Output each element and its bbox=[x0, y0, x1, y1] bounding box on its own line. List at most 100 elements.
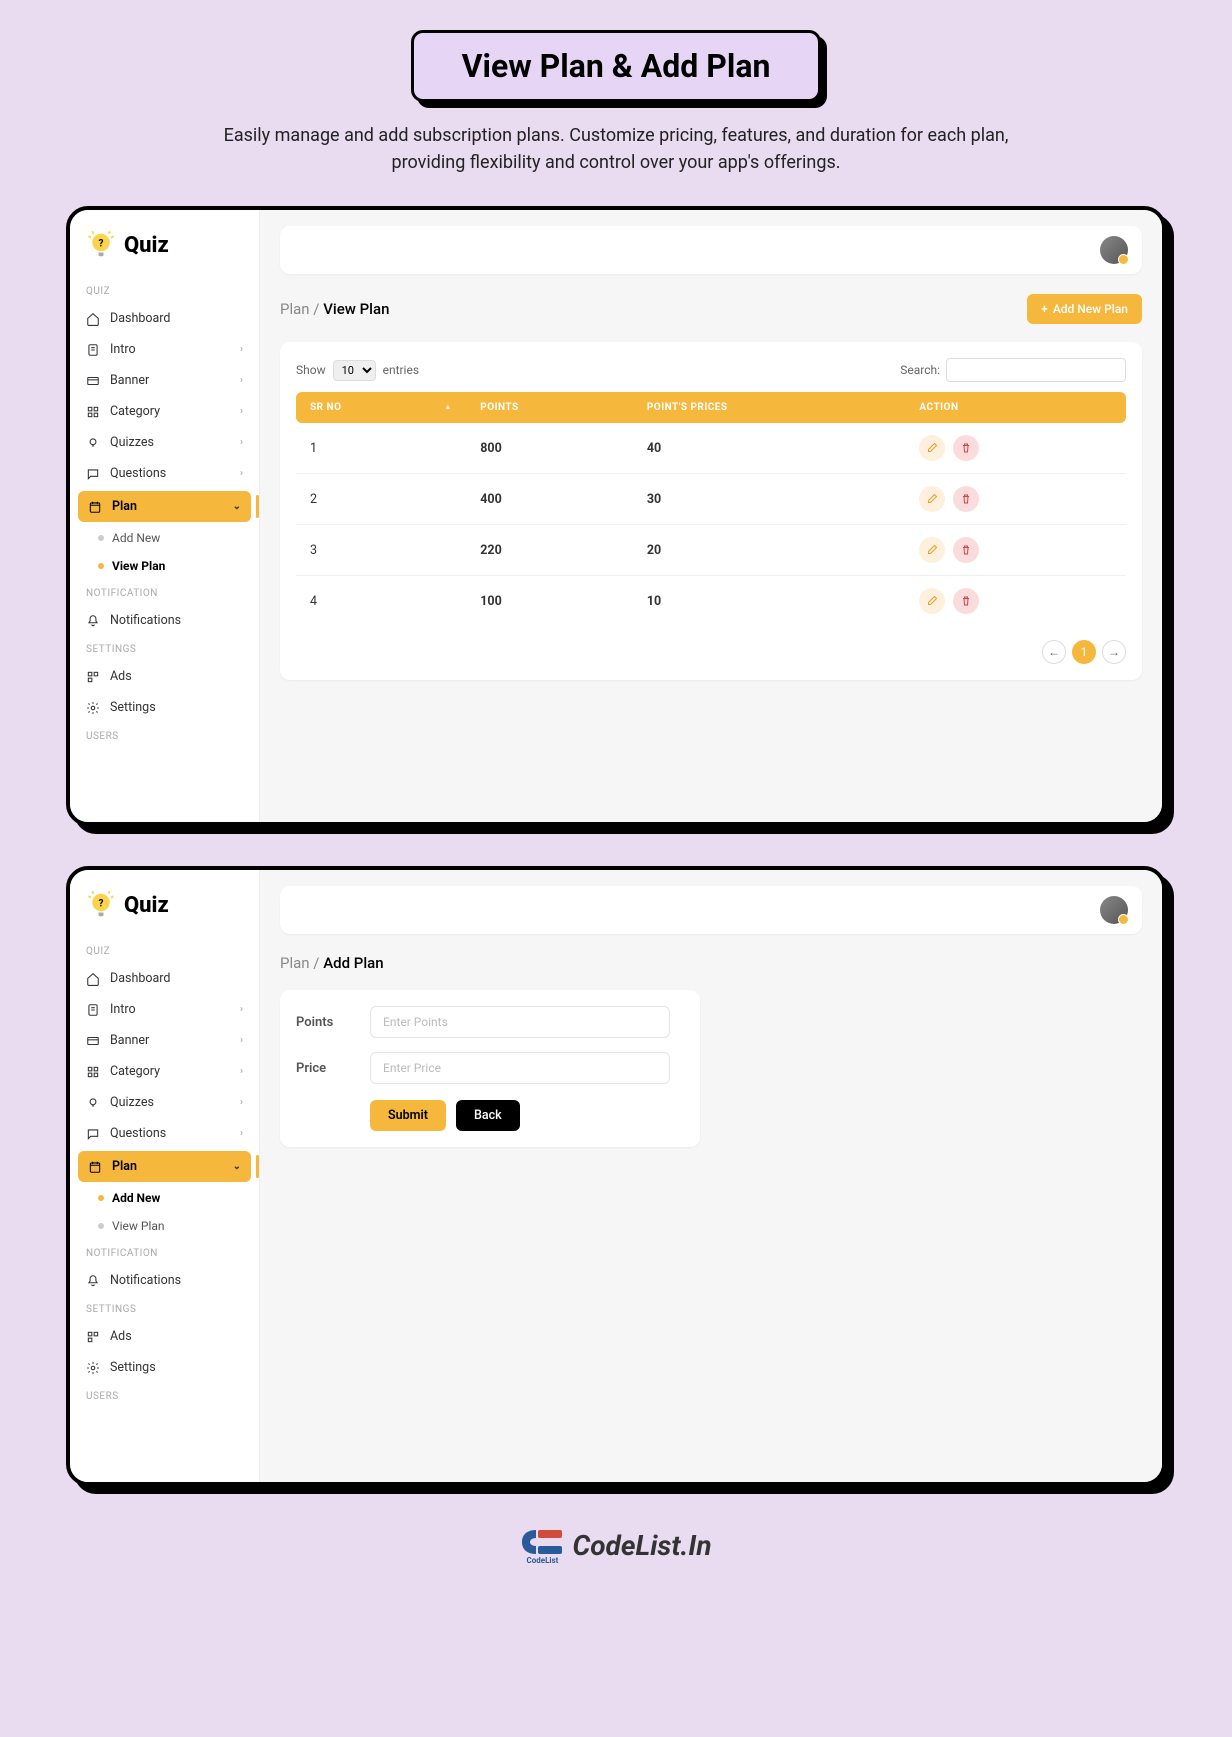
sidebar-item-banner[interactable]: Banner› bbox=[70, 365, 259, 396]
logo: ? Quiz bbox=[70, 884, 259, 938]
delete-button[interactable] bbox=[953, 486, 979, 512]
edit-button[interactable] bbox=[919, 435, 945, 461]
cell-sr: 2 bbox=[296, 474, 466, 525]
sidebar-item-questions[interactable]: Questions› bbox=[70, 1118, 259, 1149]
sidebar-item-label: Quizzes bbox=[110, 435, 154, 450]
app-name: Quiz bbox=[124, 893, 169, 918]
delete-button[interactable] bbox=[953, 588, 979, 614]
sidebar: ? Quiz QUIZ Dashboard Intro› Banner› Cat… bbox=[70, 210, 260, 822]
points-label: Points bbox=[296, 1015, 350, 1030]
chevron-right-icon: › bbox=[240, 437, 243, 448]
sidebar-item-category[interactable]: Category› bbox=[70, 396, 259, 427]
svg-text:?: ? bbox=[99, 898, 104, 909]
sidebar-item-settings[interactable]: Settings bbox=[70, 1352, 259, 1383]
search-input[interactable] bbox=[946, 358, 1126, 382]
sidebar-item-label: Notifications bbox=[110, 613, 181, 628]
col-action: ACTION bbox=[905, 392, 1126, 423]
entries-select[interactable]: 10 bbox=[333, 360, 376, 381]
breadcrumb: Plan / Add Plan bbox=[280, 954, 384, 972]
sidebar-item-notifications[interactable]: Notifications bbox=[70, 1265, 259, 1296]
main-content: Plan / View Plan +Add New Plan Show 10 e… bbox=[260, 210, 1162, 822]
sidebar-subitem-label: View Plan bbox=[112, 1219, 165, 1233]
pagination: ← 1 → bbox=[296, 640, 1126, 664]
cell-action bbox=[905, 576, 1126, 627]
bell-icon bbox=[86, 1274, 100, 1288]
chevron-right-icon: › bbox=[240, 1066, 243, 1077]
cell-price: 40 bbox=[633, 423, 906, 474]
home-icon bbox=[86, 312, 100, 326]
add-new-plan-button[interactable]: +Add New Plan bbox=[1027, 294, 1142, 324]
app-name: Quiz bbox=[124, 233, 169, 258]
back-button[interactable]: Back bbox=[456, 1100, 520, 1131]
chevron-right-icon: › bbox=[240, 1097, 243, 1108]
edit-button[interactable] bbox=[919, 588, 945, 614]
breadcrumb-current: View Plan bbox=[323, 300, 389, 318]
edit-button[interactable] bbox=[919, 486, 945, 512]
sidebar-item-quizzes[interactable]: Quizzes› bbox=[70, 1087, 259, 1118]
section-quiz: QUIZ bbox=[70, 278, 259, 303]
cell-sr: 4 bbox=[296, 576, 466, 627]
sidebar-item-label: Notifications bbox=[110, 1273, 181, 1288]
sidebar-item-ads[interactable]: Ads bbox=[70, 661, 259, 692]
sidebar-item-label: Intro bbox=[110, 1002, 136, 1017]
cell-action bbox=[905, 474, 1126, 525]
col-prices[interactable]: POINT'S PRICES bbox=[633, 392, 906, 423]
avatar[interactable] bbox=[1100, 896, 1128, 924]
cell-points: 220 bbox=[466, 525, 633, 576]
edit-button[interactable] bbox=[919, 537, 945, 563]
col-points[interactable]: POINTS bbox=[466, 392, 633, 423]
sidebar-item-intro[interactable]: Intro› bbox=[70, 334, 259, 365]
cell-action bbox=[905, 423, 1126, 474]
sidebar-item-ads[interactable]: Ads bbox=[70, 1321, 259, 1352]
sidebar-item-questions[interactable]: Questions › bbox=[70, 458, 259, 489]
plans-table: SR NO▲ POINTS POINT'S PRICES ACTION 1 80… bbox=[296, 392, 1126, 626]
sidebar-item-notifications[interactable]: Notifications bbox=[70, 605, 259, 636]
sidebar-subitem-view-plan[interactable]: View Plan bbox=[70, 552, 259, 580]
page-subtitle: Easily manage and add subscription plans… bbox=[196, 122, 1036, 176]
add-plan-panel: ? Quiz QUIZ Dashboard Intro› Banner› Cat… bbox=[66, 866, 1166, 1486]
grid-icon bbox=[86, 405, 100, 419]
sidebar-subitem-add-new[interactable]: Add New bbox=[70, 524, 259, 552]
chevron-right-icon: › bbox=[240, 468, 243, 479]
avatar[interactable] bbox=[1100, 236, 1128, 264]
svg-text:?: ? bbox=[99, 238, 104, 249]
section-notification: NOTIFICATION bbox=[70, 580, 259, 605]
home-icon bbox=[86, 972, 100, 986]
sidebar-item-label: Questions bbox=[110, 466, 166, 481]
sidebar-item-settings[interactable]: Settings bbox=[70, 692, 259, 723]
points-input[interactable] bbox=[370, 1006, 670, 1038]
sidebar-item-label: Ads bbox=[110, 1329, 132, 1344]
sidebar-item-label: Banner bbox=[110, 373, 149, 388]
col-sr[interactable]: SR NO▲ bbox=[296, 392, 466, 423]
breadcrumb: Plan / View Plan bbox=[280, 300, 389, 318]
delete-button[interactable] bbox=[953, 435, 979, 461]
sidebar: ? Quiz QUIZ Dashboard Intro› Banner› Cat… bbox=[70, 870, 260, 1482]
sidebar-item-plan[interactable]: Plan⌄ bbox=[78, 491, 251, 522]
cell-points: 100 bbox=[466, 576, 633, 627]
table-row: 4 100 10 bbox=[296, 576, 1126, 627]
form-card: Points Price Submit Back bbox=[280, 990, 700, 1147]
sidebar-item-label: Questions bbox=[110, 1126, 166, 1141]
page-prev-button[interactable]: ← bbox=[1042, 640, 1066, 664]
delete-button[interactable] bbox=[953, 537, 979, 563]
page-next-button[interactable]: → bbox=[1102, 640, 1126, 664]
cell-price: 10 bbox=[633, 576, 906, 627]
submit-button[interactable]: Submit bbox=[370, 1100, 446, 1131]
cell-action bbox=[905, 525, 1126, 576]
sidebar-item-label: Dashboard bbox=[110, 971, 170, 986]
cell-price: 20 bbox=[633, 525, 906, 576]
sidebar-item-intro[interactable]: Intro› bbox=[70, 994, 259, 1025]
page-1-button[interactable]: 1 bbox=[1072, 640, 1096, 664]
price-input[interactable] bbox=[370, 1052, 670, 1084]
table-row: 1 800 40 bbox=[296, 423, 1126, 474]
sidebar-item-dashboard[interactable]: Dashboard bbox=[70, 303, 259, 334]
sidebar-subitem-add-new[interactable]: Add New bbox=[70, 1184, 259, 1212]
sidebar-item-label: Settings bbox=[110, 1360, 156, 1375]
breadcrumb-current: Add Plan bbox=[323, 954, 383, 972]
sidebar-item-plan[interactable]: Plan⌄ bbox=[78, 1151, 251, 1182]
sidebar-item-banner[interactable]: Banner› bbox=[70, 1025, 259, 1056]
sidebar-subitem-view-plan[interactable]: View Plan bbox=[70, 1212, 259, 1240]
sidebar-item-quizzes[interactable]: Quizzes › bbox=[70, 427, 259, 458]
sidebar-item-category[interactable]: Category› bbox=[70, 1056, 259, 1087]
sidebar-item-dashboard[interactable]: Dashboard bbox=[70, 963, 259, 994]
